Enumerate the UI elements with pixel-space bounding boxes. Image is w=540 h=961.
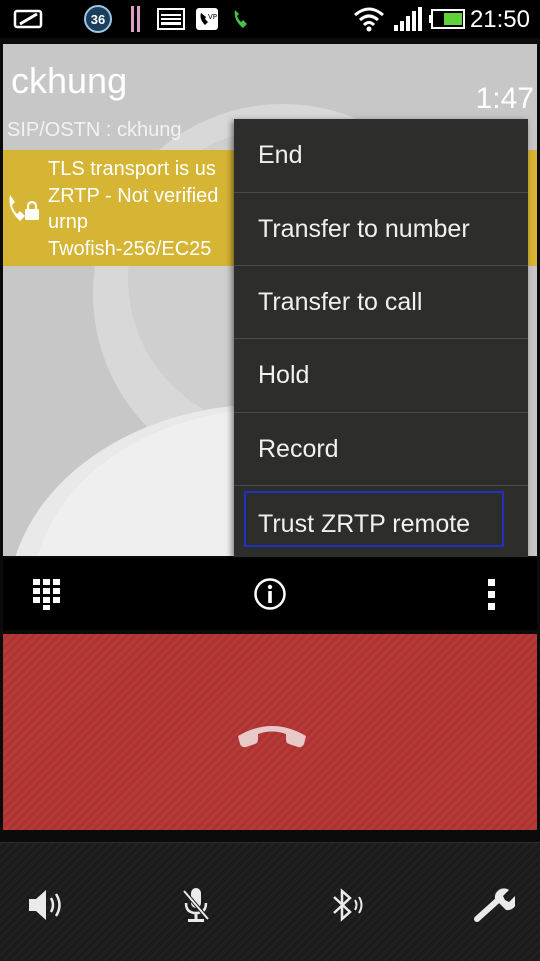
- in-call-controls: [3, 558, 537, 630]
- secure-call-lock-icon: [7, 192, 43, 231]
- menu-item-label: Hold: [258, 361, 310, 389]
- pause-bars-icon: [130, 5, 142, 33]
- menu-item-trust-zrtp-remote[interactable]: Trust ZRTP remote: [234, 488, 528, 561]
- notification-count-icon: 36: [84, 5, 112, 33]
- phone-icon: [230, 5, 256, 33]
- menu-divider: [234, 485, 528, 486]
- unlock-screen-icon: [12, 5, 46, 33]
- settings-wrench-icon[interactable]: [472, 883, 516, 927]
- mute-microphone-icon[interactable]: [174, 883, 218, 927]
- zrtp-status: ZRTP - Not verified: [48, 184, 219, 207]
- speaker-icon[interactable]: [24, 883, 68, 927]
- image-icon: [156, 5, 186, 33]
- security-details: TLS transport is us ZRTP - Not verified …: [48, 156, 218, 262]
- remote-contact-name: ckhung: [11, 60, 128, 101]
- menu-item-record[interactable]: Record: [234, 413, 528, 486]
- call-duration: 1:47: [475, 82, 534, 115]
- end-call-button[interactable]: [3, 634, 537, 830]
- status-clock: 21:50: [469, 6, 530, 33]
- menu-item-label: Trust ZRTP remote: [258, 510, 471, 538]
- info-icon[interactable]: [248, 572, 292, 616]
- menu-item-transfer-to-number[interactable]: Transfer to number: [234, 193, 528, 266]
- svg-text:VP: VP: [208, 13, 217, 21]
- audio-options-bar: [0, 842, 540, 961]
- menu-item-label: Transfer to number: [258, 215, 470, 243]
- overflow-menu-icon[interactable]: [470, 572, 514, 616]
- wifi-icon: [352, 5, 386, 33]
- menu-item-label: Transfer to call: [258, 288, 423, 316]
- voicemail-icon: VP: [194, 5, 220, 33]
- signal-icon: [393, 5, 423, 33]
- menu-item-label: End: [258, 141, 303, 169]
- bluetooth-icon[interactable]: [324, 883, 368, 927]
- dialpad-icon[interactable]: [25, 572, 69, 616]
- menu-item-end[interactable]: End: [234, 119, 528, 192]
- cipher-suite: Twofish-256/EC25: [48, 237, 212, 260]
- call-options-menu: End Transfer to number Transfer to call …: [234, 119, 528, 557]
- menu-item-label: Record: [258, 435, 339, 463]
- status-bar: 36 VP 21:50: [0, 0, 540, 38]
- sas-string: urnp: [48, 211, 89, 233]
- menu-item-transfer-to-call[interactable]: Transfer to call: [234, 266, 528, 339]
- remote-sip-uri: SIP/OSTN : ckhung: [7, 119, 182, 141]
- battery-icon: [428, 5, 466, 33]
- hang-up-icon: [235, 722, 309, 761]
- menu-item-hold[interactable]: Hold: [234, 339, 528, 412]
- transport-status: TLS transport is us: [48, 158, 216, 180]
